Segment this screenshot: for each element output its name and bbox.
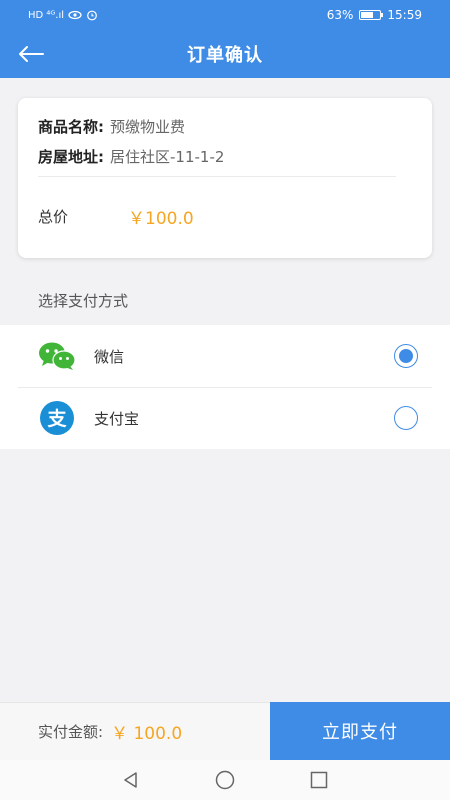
wechat-radio-selected[interactable] [394,344,418,368]
system-home-button[interactable] [213,768,237,792]
square-recents-icon [310,771,328,789]
system-nav-bar [0,760,450,800]
payment-method-list: 微信 支 支付宝 [0,325,450,449]
address-label: 房屋地址: [38,147,104,166]
system-back-button[interactable] [119,768,143,792]
address-value: 居住社区-11-1-2 [110,147,225,166]
product-row: 商品名称: 预缴物业费 [38,111,412,141]
address-row: 房屋地址: 居住社区-11-1-2 [38,141,412,171]
total-price: ￥100.0 [128,208,194,229]
arrow-left-icon [19,46,44,62]
triangle-back-icon [124,772,137,788]
battery-icon [359,10,384,20]
wechat-icon [38,337,76,375]
order-info-card: 商品名称: 预缴物业费 房屋地址: 居住社区-11-1-2 总价 ￥100.0 [18,98,432,258]
status-bar: HD ⁴ᴳ.ıl 63% 15:59 [0,0,450,30]
total-label: 总价 [38,207,69,226]
system-recents-button[interactable] [307,768,331,792]
total-row: 总价 ￥100.0 [38,177,412,255]
circle-home-icon [215,770,235,790]
page-title: 订单确认 [187,45,263,66]
amount-area: 实付金额: ￥ 100.0 [0,702,270,760]
battery-fill [361,12,373,18]
pay-now-button[interactable]: 立即支付 [270,702,450,760]
network-indicators: HD ⁴ᴳ.ıl [28,9,65,21]
radio-dot [399,349,413,363]
payment-section-title: 选择支付方式 [0,275,450,325]
wechat-label: 微信 [94,347,125,366]
alarm-icon [87,10,97,21]
status-indicators: HD ⁴ᴳ.ıl [28,9,98,21]
eye-icon [68,10,82,20]
battery-percent: 63% [326,8,354,22]
nav-bar: 订单确认 [0,30,450,78]
payment-method-alipay[interactable]: 支 支付宝 [0,387,450,449]
alipay-label: 支付宝 [94,409,140,428]
alipay-icon: 支 [38,399,76,437]
clock: 15:59 [387,8,422,22]
alipay-radio[interactable] [394,406,418,430]
amount-label: 实付金额: [38,723,104,741]
status-right: 63% 15:59 [327,8,422,22]
checkout-bar: 实付金额: ￥ 100.0 立即支付 [0,702,450,760]
product-value: 预缴物业费 [110,117,186,136]
product-label: 商品名称: [38,117,104,136]
back-button[interactable] [14,38,48,70]
payment-method-wechat[interactable]: 微信 [0,325,450,387]
amount-value: ￥ 100.0 [111,724,183,744]
svg-text:支: 支 [46,408,67,430]
